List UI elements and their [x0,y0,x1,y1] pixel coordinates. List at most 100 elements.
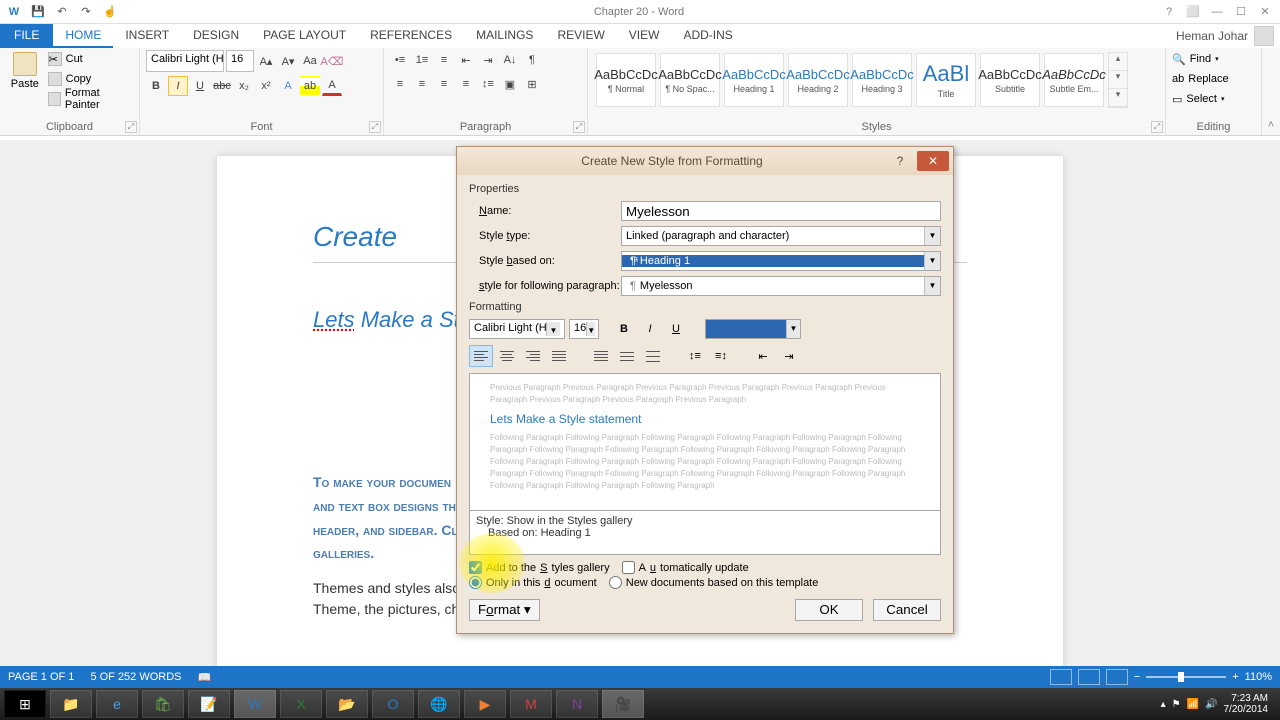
shrink-font-icon[interactable]: A▾ [278,51,298,71]
tab-references[interactable]: REFERENCES [358,24,464,48]
zoom-out-icon[interactable]: − [1134,671,1140,683]
task-folder-icon[interactable]: 📂 [326,690,368,718]
bold-icon[interactable]: B [146,76,166,96]
style-tile-heading3[interactable]: AaBbCcDcHeading 3 [852,53,912,107]
dlg-spacing-15-icon[interactable] [615,345,639,367]
dlg-align-left-icon[interactable] [469,345,493,367]
style-tile-subtitle[interactable]: AaBbCcDcSubtitle [980,53,1040,107]
task-chrome-icon[interactable]: 🌐 [418,690,460,718]
touch-mode-icon[interactable]: ☝ [102,4,118,20]
user-avatar-icon[interactable] [1254,26,1274,46]
paragraph-launcher-icon[interactable]: ⤢ [573,121,585,133]
tab-mailings[interactable]: MAILINGS [464,24,545,48]
tab-design[interactable]: DESIGN [181,24,251,48]
styles-more-button[interactable]: ▴▾▾ [1108,52,1128,108]
undo-icon[interactable]: ↶ [54,4,70,20]
copy-button[interactable]: Copy [48,70,133,88]
dialog-close-icon[interactable]: ✕ [917,151,949,171]
borders-icon[interactable]: ⊞ [522,74,542,94]
font-size-combo[interactable]: 16 [226,50,254,72]
tray-clock[interactable]: 7:23 AM 7/20/2014 [1224,693,1269,715]
style-following-combo[interactable]: ¶Myelesson▼ [621,276,941,296]
multilevel-icon[interactable]: ≡ [434,50,454,70]
sort-icon[interactable]: A↓ [500,50,520,70]
help-icon[interactable]: ? [1160,4,1178,20]
align-center-icon[interactable]: ≡ [412,74,432,94]
new-docs-radio[interactable]: New documents based on this template [609,576,819,589]
superscript-icon[interactable]: x² [256,76,276,96]
style-tile-nospacing[interactable]: AaBbCcDc¶ No Spac... [660,53,720,107]
dlg-size-combo[interactable]: 16▼ [569,319,599,339]
font-color-icon[interactable]: A [322,76,342,96]
view-print-icon[interactable] [1078,669,1100,685]
task-explorer-icon[interactable]: 📁 [50,690,92,718]
style-tile-heading1[interactable]: AaBbCcDcHeading 1 [724,53,784,107]
tray-flag-icon[interactable]: ⚑ [1172,699,1181,710]
dlg-font-combo[interactable]: Calibri Light (Head▼ [469,319,565,339]
task-ie-icon[interactable]: e [96,690,138,718]
subscript-icon[interactable]: x₂ [234,76,254,96]
zoom-in-icon[interactable]: + [1232,671,1238,683]
select-button[interactable]: ▭Select▾ [1172,90,1229,108]
close-icon[interactable]: ✕ [1256,4,1274,20]
tray-volume-icon[interactable]: 🔊 [1205,699,1217,710]
strike-icon[interactable]: abc [212,76,232,96]
grow-font-icon[interactable]: A▴ [256,51,276,71]
view-web-icon[interactable] [1106,669,1128,685]
auto-update-checkbox[interactable]: Automatically update [622,561,749,574]
task-onenote-icon[interactable]: N [556,690,598,718]
style-tile-title[interactable]: AaBlTitle [916,53,976,107]
numbering-icon[interactable]: 1≡ [412,50,432,70]
dialog-help-icon[interactable]: ? [887,154,913,168]
style-tile-heading2[interactable]: AaBbCcDcHeading 2 [788,53,848,107]
tray-network-icon[interactable]: 📶 [1187,699,1199,710]
tab-home[interactable]: HOME [53,24,113,48]
align-left-icon[interactable]: ≡ [390,74,410,94]
cancel-button[interactable]: Cancel [873,599,941,621]
shading-icon[interactable]: ▣ [500,74,520,94]
ribbon-display-icon[interactable]: ⬜ [1184,4,1202,20]
proofing-icon[interactable]: 📖 [198,671,212,684]
text-effects-icon[interactable]: A [278,76,298,96]
italic-icon[interactable]: I [168,76,188,96]
dlg-space-after-icon[interactable]: ≡↕ [709,345,733,367]
underline-icon[interactable]: U [190,76,210,96]
dlg-space-before-icon[interactable]: ↕≡ [683,345,707,367]
dlg-align-center-icon[interactable] [495,345,519,367]
replace-button[interactable]: abReplace [1172,70,1229,88]
task-app1-icon[interactable]: M [510,690,552,718]
task-outlook-icon[interactable]: O [372,690,414,718]
ok-button[interactable]: OK [795,599,863,621]
task-excel-icon[interactable]: X [280,690,322,718]
align-right-icon[interactable]: ≡ [434,74,454,94]
format-painter-button[interactable]: Format Painter [48,90,133,108]
dlg-font-color-combo[interactable]: ▼ [705,319,801,339]
show-marks-icon[interactable]: ¶ [522,50,542,70]
style-type-combo[interactable]: Linked (paragraph and character)▼ [621,226,941,246]
status-page[interactable]: PAGE 1 OF 1 [8,671,74,683]
highlight-icon[interactable]: ab [300,76,320,96]
tab-pagelayout[interactable]: PAGE LAYOUT [251,24,358,48]
style-tile-normal[interactable]: AaBbCcDc¶ Normal [596,53,656,107]
tab-addins[interactable]: ADD-INS [671,24,744,48]
dlg-underline-icon[interactable]: U [665,319,687,339]
collapse-ribbon-icon[interactable]: ˄ [1268,119,1274,131]
zoom-value[interactable]: 110% [1245,671,1272,683]
dlg-spacing-single-icon[interactable] [589,345,613,367]
find-button[interactable]: 🔍Find▾ [1172,50,1229,68]
tab-file[interactable]: FILE [0,24,53,48]
line-spacing-icon[interactable]: ↕≡ [478,74,498,94]
name-input[interactable] [621,201,941,221]
tab-insert[interactable]: INSERT [113,24,181,48]
add-to-gallery-checkbox[interactable]: Add to the Styles gallery [469,561,610,574]
minimize-icon[interactable]: — [1208,4,1226,20]
dlg-spacing-double-icon[interactable] [641,345,665,367]
dlg-increase-indent-icon[interactable]: ⇥ [777,345,801,367]
font-launcher-icon[interactable]: ⤢ [369,121,381,133]
dialog-titlebar[interactable]: Create New Style from Formatting ? ✕ [457,147,953,175]
format-button[interactable]: Format ▾ [469,599,540,621]
dlg-align-right-icon[interactable] [521,345,545,367]
styles-gallery[interactable]: AaBbCcDc¶ Normal AaBbCcDc¶ No Spac... Aa… [594,50,1130,110]
system-tray[interactable]: ▴ ⚑ 📶 🔊 7:23 AM 7/20/2014 [1161,693,1276,715]
font-name-combo[interactable]: Calibri Light (H [146,50,224,72]
